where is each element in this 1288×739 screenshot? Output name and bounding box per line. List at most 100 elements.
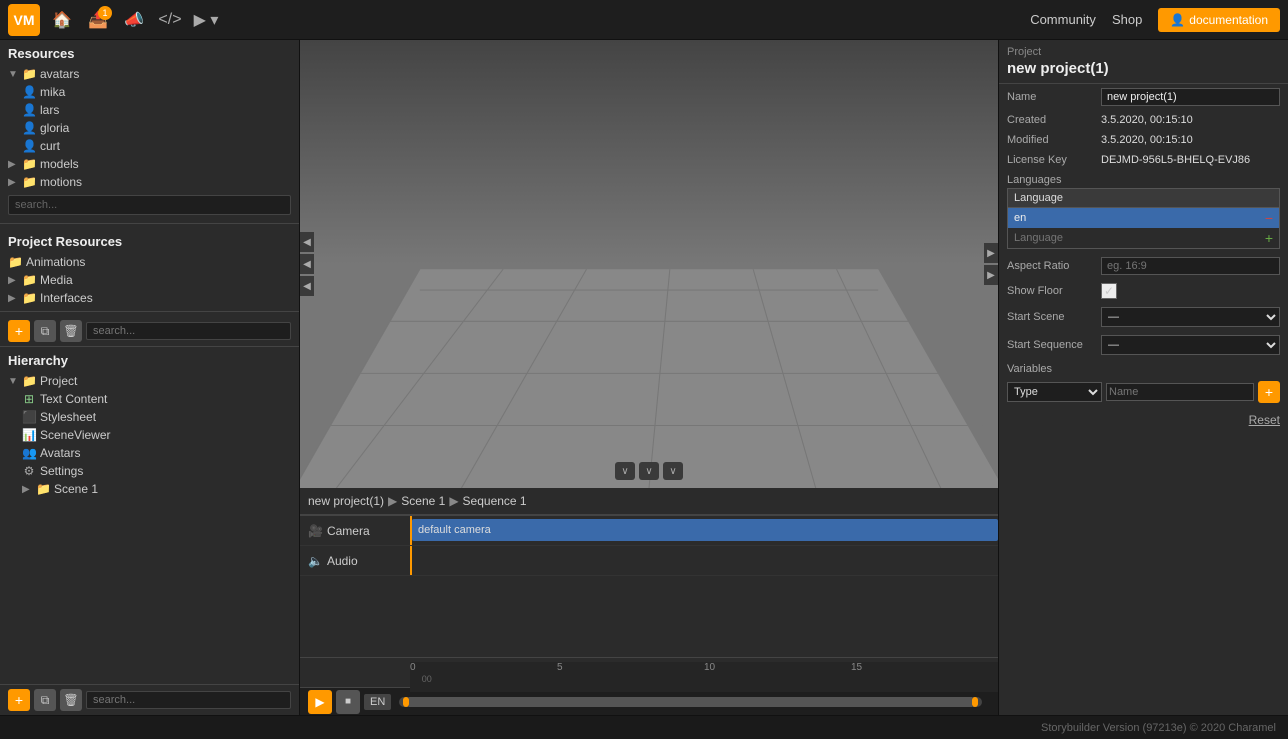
upload-icon[interactable]: 📤 1 [84, 6, 112, 34]
folder-icon: 📁 [36, 482, 50, 496]
hierarchy-bottom-search-input[interactable] [86, 691, 291, 709]
collapse-right-btn-2[interactable]: ▶ [984, 265, 998, 285]
audio-track-content[interactable] [410, 546, 998, 575]
nav-dot-3[interactable]: ∨ [663, 462, 683, 480]
tree-label: SceneViewer [40, 428, 111, 442]
camera-track-content[interactable]: default camera [410, 516, 998, 545]
rp-name-input[interactable] [1101, 88, 1280, 106]
resources-search-input[interactable] [8, 195, 291, 215]
rp-created-value: 3.5.2020, 00:15:10 [1101, 114, 1280, 126]
timeline-scrollbar[interactable] [399, 697, 982, 707]
nav-dot-2[interactable]: ∨ [639, 462, 659, 480]
hierarchy-item-stylesheet[interactable]: ⬛ Stylesheet [0, 408, 299, 426]
folder-icon: 📁 [22, 67, 36, 81]
tree-label: Project [40, 374, 77, 388]
var-type-select[interactable]: Type [1007, 382, 1102, 402]
hierarchy-item-scene1[interactable]: ▶ 📁 Scene 1 [0, 480, 299, 498]
camera-block[interactable]: default camera [412, 519, 998, 541]
hierarchy-item-sceneviewer[interactable]: 📊 SceneViewer [0, 426, 299, 444]
hierarchy-item-settings[interactable]: ⚙ Settings [0, 462, 299, 480]
tree-item-motions[interactable]: ▶ 📁 motions [0, 173, 299, 191]
tree-item-media[interactable]: ▶ 📁 Media [0, 271, 299, 289]
playhead-audio [410, 546, 412, 575]
tree-label: lars [40, 103, 59, 117]
rp-start-sequence-select[interactable]: — [1101, 335, 1280, 355]
text-icon: ⊞ [22, 392, 36, 406]
hierarchy-item-text-content[interactable]: ⊞ Text Content [0, 390, 299, 408]
breadcrumb-item-1[interactable]: new project(1) [308, 494, 384, 508]
breadcrumb: new project(1) ▶ Scene 1 ▶ Sequence 1 [300, 488, 998, 515]
ruler-submark-00: 00 [422, 674, 432, 684]
tree-item-mika[interactable]: 👤 mika [0, 83, 299, 101]
rp-languages-section: Languages [999, 170, 1288, 188]
shop-link[interactable]: Shop [1112, 12, 1142, 27]
rp-modified-label: Modified [1007, 134, 1097, 146]
collapse-left-btn-3[interactable]: ◀ [300, 276, 314, 296]
hierarchy-copy-button[interactable]: ⧉ [34, 320, 56, 342]
tree-item-interfaces[interactable]: ▶ 📁 Interfaces [0, 289, 299, 307]
hierarchy-search-input[interactable] [86, 322, 291, 340]
stylesheet-icon: ⬛ [22, 410, 36, 424]
hierarchy-bottom-delete-button[interactable]: 🗑 [60, 689, 82, 711]
tree-item-avatars[interactable]: ▼ 📁 avatars [0, 65, 299, 83]
collapse-right: ▶ ▶ [984, 243, 998, 285]
home-icon[interactable]: 🏠 [48, 6, 76, 34]
hierarchy-add-button[interactable]: + [8, 320, 30, 342]
audio-track-label: 🔈 Audio [300, 554, 410, 568]
hierarchy-item-avatars[interactable]: 👥 Avatars [0, 444, 299, 462]
play-controls: ▶ ■ EN [308, 690, 391, 714]
hierarchy-bottom-copy-button[interactable]: ⧉ [34, 689, 56, 711]
breadcrumb-item-3[interactable]: Sequence 1 [463, 494, 527, 508]
scroll-right-handle[interactable] [972, 697, 978, 707]
collapse-right-btn-1[interactable]: ▶ [984, 243, 998, 263]
hierarchy-bottom-add-button[interactable]: + [8, 689, 30, 711]
viewport-canvas [300, 40, 998, 488]
rp-created-label: Created [1007, 114, 1097, 126]
viewport[interactable]: ◀ ◀ ◀ ▶ ▶ ∨ ∨ ∨ [300, 40, 998, 488]
stop-button[interactable]: ■ [336, 690, 360, 714]
collapse-left-btn-2[interactable]: ◀ [300, 254, 314, 274]
lang-delete-button[interactable]: − [1265, 210, 1273, 226]
tree-item-animations[interactable]: 📁 Animations [0, 253, 299, 271]
app-logo[interactable]: VM [8, 4, 40, 36]
rp-name-label: Name [1007, 91, 1097, 103]
rp-show-floor-row: Show Floor ✓ [999, 279, 1288, 303]
timeline-tracks: 🎥 Camera default camera [300, 516, 998, 657]
play-button[interactable]: ▶ [308, 690, 332, 714]
breadcrumb-sep-2: ▶ [449, 494, 458, 508]
lang-add-button[interactable]: + [1265, 230, 1273, 246]
tree-item-curt[interactable]: 👤 curt [0, 137, 299, 155]
tree-item-gloria[interactable]: 👤 gloria [0, 119, 299, 137]
tree-item-lars[interactable]: 👤 lars [0, 101, 299, 119]
rp-aspect-input[interactable] [1101, 257, 1280, 275]
lang-en-text: en [1014, 212, 1265, 224]
code-icon[interactable]: </> [156, 6, 184, 34]
project-resources-section: Project Resources 📁 Animations ▶ 📁 Media… [0, 228, 299, 307]
avatars-icon: 👥 [22, 446, 36, 460]
breadcrumb-item-2[interactable]: Scene 1 [401, 494, 445, 508]
rp-start-scene-select[interactable]: — [1101, 307, 1280, 327]
doc-icon: 👤 [1170, 13, 1185, 27]
lang-add-input[interactable] [1014, 232, 1265, 244]
collapse-left-btn-1[interactable]: ◀ [300, 232, 314, 252]
tree-item-models[interactable]: ▶ 📁 models [0, 155, 299, 173]
hierarchy-delete-button[interactable]: 🗑 [60, 320, 82, 342]
upload-badge: 1 [98, 6, 112, 20]
var-name-input[interactable] [1106, 383, 1254, 401]
resources-section: Resources ▼ 📁 avatars 👤 mika 👤 lars 👤 gl… [0, 40, 299, 219]
tree-label: gloria [40, 121, 69, 135]
var-add-button[interactable]: + [1258, 381, 1280, 403]
ruler-mark-10: 10 [704, 662, 715, 673]
show-floor-checkbox[interactable]: ✓ [1101, 283, 1117, 299]
megaphone-icon[interactable]: 📣 [120, 6, 148, 34]
hierarchy-item-project[interactable]: ▼ 📁 Project [0, 372, 299, 390]
documentation-button[interactable]: 👤 documentation [1158, 8, 1280, 32]
community-link[interactable]: Community [1030, 12, 1096, 27]
reset-button[interactable]: Reset [1249, 413, 1280, 427]
lang-add-row: + [1008, 228, 1279, 248]
scroll-track[interactable] [409, 697, 972, 707]
status-bar: Storybuilder Version (97213e) © 2020 Cha… [0, 715, 1288, 739]
avatar-icon: 👤 [22, 121, 36, 135]
nav-dot-1[interactable]: ∨ [615, 462, 635, 480]
play-icon[interactable]: ▶ ▾ [192, 6, 220, 34]
